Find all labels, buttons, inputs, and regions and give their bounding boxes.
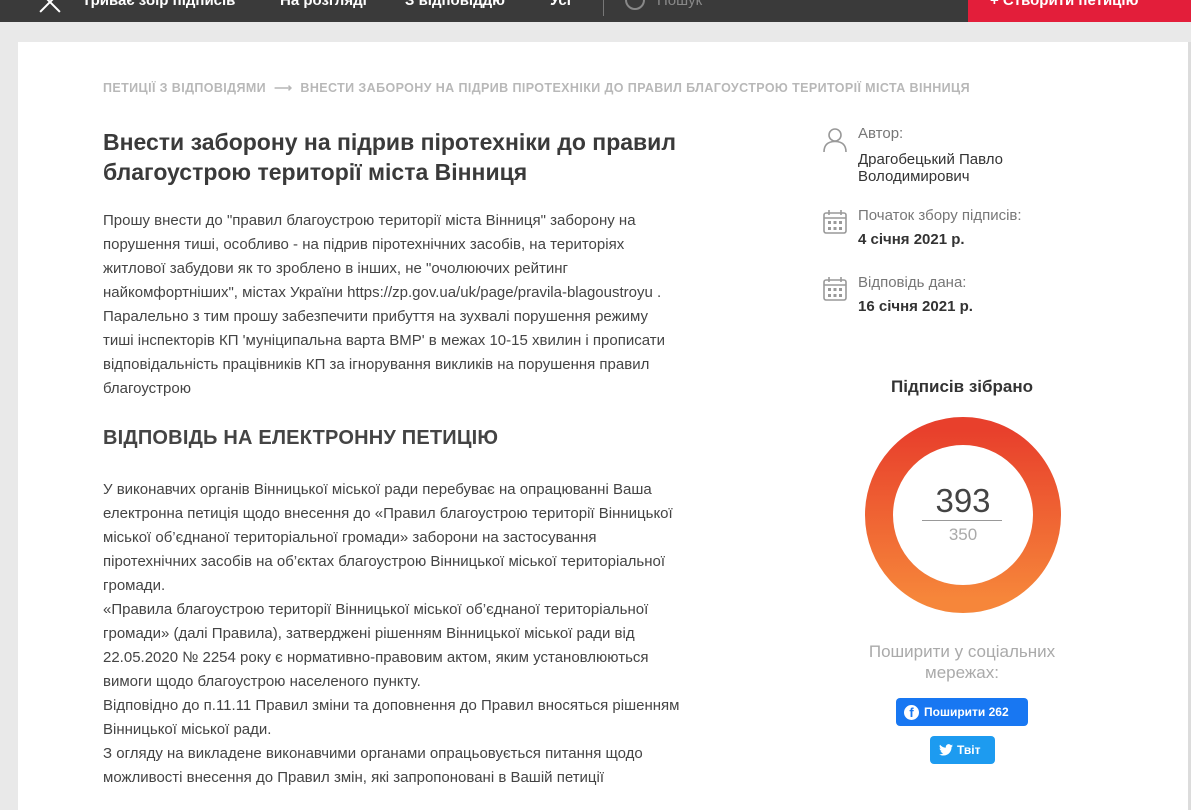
- search-input[interactable]: Пошук: [657, 0, 702, 9]
- facebook-share-label: Поширити 262: [924, 705, 1009, 719]
- answer-line: У виконавчих органів Вінницької міської …: [103, 481, 652, 498]
- petition-body-line: благоустрою: [103, 380, 191, 397]
- answer-line: міської об’єднаної територіальної громад…: [103, 529, 597, 546]
- answer-line: піротехнічних засобів на об’єктах благоу…: [103, 553, 666, 570]
- calendar-icon: [823, 210, 847, 234]
- breadcrumb-current: ВНЕСТИ ЗАБОРОНУ НА ПІДРИВ ПІРОТЕХНІКИ ДО…: [300, 81, 970, 95]
- petition-body-line: житлової забудови як то зроблено в інших…: [103, 260, 569, 277]
- top-nav-bar: Триває збір підписів На розгляді З відпо…: [0, 0, 1191, 22]
- close-icon[interactable]: [36, 0, 64, 16]
- answer-line: вимоги щодо благоустрою населеного пункт…: [103, 673, 421, 690]
- answer-body: У виконавчих органів Вінницької міської …: [103, 478, 803, 790]
- answer-date-value: 16 січня 2021 р.: [858, 298, 973, 315]
- petition-body-line: Паралельно з тим прошу забезпечити прибу…: [103, 308, 648, 325]
- start-date-label: Початок збору підписів:: [858, 207, 1022, 224]
- answer-date-label: Відповідь дана:: [858, 274, 967, 291]
- breadcrumb-parent-link[interactable]: ПЕТИЦІЇ З ВІДПОВІДЯМИ: [103, 81, 266, 95]
- nav-item-all[interactable]: Усі: [550, 0, 571, 9]
- petition-body-line: відповідальність працівників КП за ігнор…: [103, 356, 650, 373]
- answer-heading: ВІДПОВІДЬ НА ЕЛЕКТРОННУ ПЕТИЦІЮ: [103, 427, 499, 449]
- nav-item-review[interactable]: На розгляді: [280, 0, 367, 9]
- answer-line: громади.: [103, 577, 166, 594]
- create-petition-label: + Створити петицію: [990, 0, 1139, 9]
- user-icon: [823, 128, 847, 153]
- page-title: Внести заборону на підрив піротехніки до…: [103, 129, 676, 185]
- author-name-line2: Володимирович: [858, 168, 970, 185]
- donut-divider: [922, 520, 1002, 521]
- facebook-share-button[interactable]: f Поширити 262: [896, 698, 1028, 726]
- share-title-line: мережах:: [925, 663, 999, 682]
- answer-line: громади» (далі Правила), затверджені ріш…: [103, 625, 635, 642]
- share-title-line: Поширити у соціальних: [868, 642, 1056, 661]
- author-label: Автор:: [858, 125, 904, 142]
- signatures-count: 393: [935, 482, 991, 519]
- petition-body-line: Прошу внести до "правил благоустрою тери…: [103, 212, 636, 229]
- author-name-line1: Драгобецький Павло: [858, 151, 1003, 168]
- search-icon[interactable]: [625, 0, 645, 10]
- nav-item-collecting[interactable]: Триває збір підписів: [82, 0, 235, 9]
- twitter-bird-icon: [939, 744, 953, 756]
- twitter-share-button[interactable]: Твіт: [930, 736, 995, 764]
- petition-body-line: найкомфортніших", містах України https:/…: [103, 284, 662, 301]
- answer-line: 22.05.2020 № 2254 року є нормативно-прав…: [103, 649, 649, 666]
- nav-item-answered[interactable]: З відповіддю: [405, 0, 505, 9]
- answer-line: Відповідно до п.11.11 Правил зміни та до…: [103, 697, 680, 714]
- nav-divider: [603, 0, 604, 16]
- petition-body-line: порушення тиші, особливо - на підрив пір…: [103, 236, 625, 253]
- answer-line: можливості внесення до Правил змін, які …: [103, 769, 605, 786]
- petition-body-line: тиші інспекторів КП 'муніципальна варта …: [103, 332, 665, 349]
- arrow-right-icon: ⟶: [274, 81, 293, 95]
- signatures-title: Підписів зібрано: [891, 377, 1033, 396]
- start-date-value: 4 січня 2021 р.: [858, 231, 965, 248]
- answer-line: З огляду на викладене виконавчими органа…: [103, 745, 643, 762]
- share-title: Поширити у соціальних мережах:: [842, 641, 1082, 683]
- answer-line: «Правила благоустрою території Вінницько…: [103, 601, 649, 618]
- petition-body: Прошу внести до "правил благоустрою тери…: [103, 209, 793, 401]
- twitter-share-label: Твіт: [957, 743, 981, 757]
- create-petition-button[interactable]: + Створити петицію: [968, 0, 1191, 22]
- calendar-icon: [823, 277, 847, 301]
- breadcrumb: ПЕТИЦІЇ З ВІДПОВІДЯМИ ⟶ ВНЕСТИ ЗАБОРОНУ НА…: [103, 80, 970, 95]
- answer-line: Вінницької міської ради.: [103, 721, 272, 738]
- answer-line: електронна петиція щодо внесення до «Пра…: [103, 505, 673, 522]
- signatures-target: 350: [948, 525, 978, 544]
- facebook-icon: f: [904, 704, 919, 720]
